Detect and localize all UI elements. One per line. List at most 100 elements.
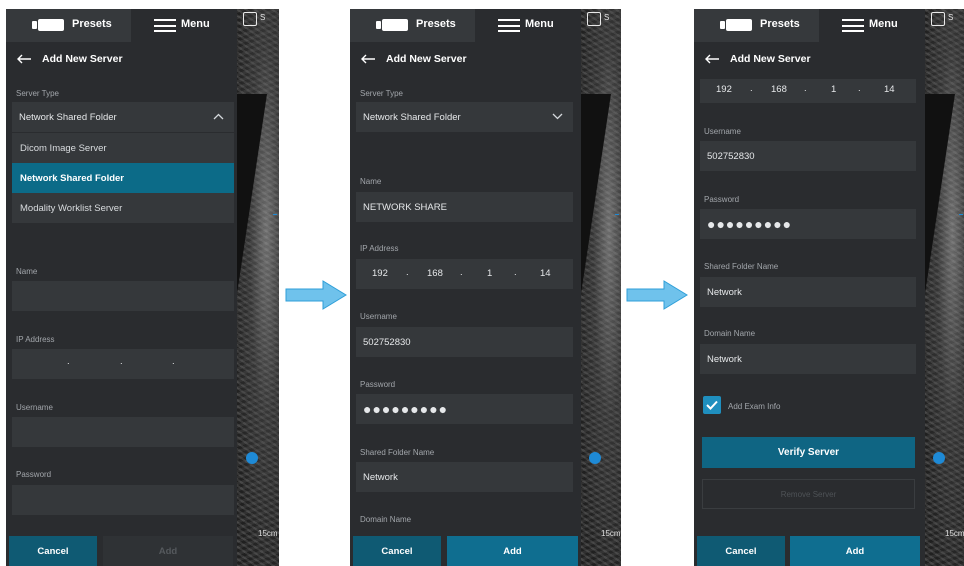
presets-icon [376, 19, 408, 31]
arrow-right-icon [626, 280, 688, 310]
presets-button[interactable]: Presets [6, 9, 131, 42]
username-input[interactable]: 502752830 [700, 141, 916, 171]
username-input[interactable]: 502752830 [356, 327, 573, 357]
cancel-button[interactable]: Cancel [697, 536, 785, 566]
scan-icon-label: S [604, 13, 610, 22]
page-header: Add New Server [350, 45, 581, 73]
cancel-button[interactable]: Cancel [353, 536, 441, 566]
ip-separator: . [406, 267, 409, 278]
presets-button[interactable]: Presets [350, 9, 475, 42]
username-value: 502752830 [363, 336, 411, 348]
focus-marker[interactable] [933, 452, 945, 464]
ip-octet-1[interactable]: 192 [716, 84, 732, 95]
arrow-right-icon [285, 280, 347, 310]
clipboard-icon[interactable] [243, 12, 257, 26]
username-label: Username [16, 403, 53, 412]
hamburger-icon [154, 19, 176, 32]
hamburger-icon [842, 19, 864, 32]
ip-separator: . [460, 267, 463, 278]
ip-octet-1[interactable]: 192 [372, 268, 388, 279]
focus-marker[interactable] [589, 452, 601, 464]
topbar: Presets Menu [6, 9, 237, 42]
ip-octet-3[interactable]: 1 [487, 268, 492, 279]
shared-folder-input[interactable]: Network [700, 277, 916, 307]
ultrasound-image-1: S 15cm [237, 9, 279, 566]
name-input[interactable] [12, 281, 234, 311]
scan-icon-label: S [260, 13, 266, 22]
server-type-options: Dicom Image Server Network Shared Folder… [12, 133, 234, 223]
menu-button[interactable]: Menu [475, 9, 580, 42]
page-title: Add New Server [42, 53, 123, 65]
shared-folder-input[interactable]: Network [356, 462, 573, 492]
server-type-value: Network Shared Folder [363, 111, 461, 123]
menu-label: Menu [181, 18, 210, 30]
password-label: Password [360, 380, 396, 389]
ip-octet-3[interactable]: 1 [831, 84, 836, 95]
password-label: Password [704, 195, 740, 204]
username-input[interactable] [12, 417, 234, 447]
option-modality-worklist-server[interactable]: Modality Worklist Server [12, 193, 234, 223]
password-value: ●●●●●●●●● [707, 216, 793, 232]
ip-octet-4[interactable]: 14 [884, 84, 895, 95]
domain-name-value: Network [707, 353, 742, 365]
menu-label: Menu [869, 18, 898, 30]
ip-address-input[interactable]: 192 . 168 . 1 . 14 [700, 79, 916, 103]
ip-octet-4[interactable]: 14 [540, 268, 551, 279]
shared-folder-label: Shared Folder Name [360, 448, 435, 457]
remove-server-button[interactable]: Remove Server [702, 479, 915, 509]
ip-address-input[interactable]: 192 . 168 . 1 . 14 [356, 259, 573, 289]
option-dicom-image-server[interactable]: Dicom Image Server [12, 133, 234, 163]
back-arrow-icon[interactable] [360, 54, 376, 64]
screen-3-panel: Presets Menu Add New Server 192 . 168 . … [694, 9, 925, 566]
hamburger-icon [498, 19, 520, 32]
server-type-select[interactable]: Network Shared Folder [356, 102, 573, 132]
ip-separator: . [120, 356, 123, 367]
chevron-down-icon [552, 113, 563, 120]
username-label: Username [360, 312, 397, 321]
domain-name-input[interactable]: Network [700, 344, 916, 374]
ip-octet-2[interactable]: 168 [771, 84, 787, 95]
add-exam-info-label: Add Exam Info [728, 402, 781, 411]
presets-button[interactable]: Presets [694, 9, 819, 42]
add-exam-info-checkbox[interactable] [703, 396, 721, 414]
presets-label: Presets [760, 18, 800, 30]
back-arrow-icon[interactable] [704, 54, 720, 64]
password-input[interactable]: ●●●●●●●●● [700, 209, 916, 239]
password-input[interactable] [12, 485, 234, 515]
name-input[interactable]: NETWORK SHARE [356, 192, 573, 222]
focus-marker[interactable] [246, 452, 258, 464]
add-button[interactable]: Add [447, 536, 578, 566]
scan-icon-label: S [948, 13, 954, 22]
add-button[interactable]: Add [103, 536, 233, 566]
ip-address-input[interactable]: . . . [12, 349, 234, 379]
cancel-button[interactable]: Cancel [9, 536, 97, 566]
clipboard-icon[interactable] [931, 12, 945, 26]
add-button[interactable]: Add [790, 536, 920, 566]
password-input[interactable]: ●●●●●●●●● [356, 394, 573, 424]
server-type-label: Server Type [360, 89, 403, 98]
shared-folder-value: Network [707, 286, 742, 298]
name-label: Name [16, 267, 38, 276]
server-type-select[interactable]: Network Shared Folder [12, 102, 234, 132]
ultrasound-image-2: S 15cm [581, 9, 621, 566]
option-network-shared-folder[interactable]: Network Shared Folder [12, 163, 234, 193]
username-value: 502752830 [707, 150, 755, 162]
depth-label: 15cm [601, 529, 621, 538]
back-arrow-icon[interactable] [16, 54, 32, 64]
checkmark-icon [706, 400, 718, 410]
verify-server-button[interactable]: Verify Server [702, 437, 915, 468]
ip-separator: . [67, 356, 70, 367]
name-label: Name [360, 177, 382, 186]
depth-label: 15cm [258, 529, 278, 538]
menu-button[interactable]: Menu [131, 9, 236, 42]
ultrasound-image-3: S 15cm [925, 9, 964, 566]
server-type-value: Network Shared Folder [19, 111, 117, 123]
domain-name-label: Domain Name [360, 515, 412, 524]
ip-octet-2[interactable]: 168 [427, 268, 443, 279]
server-type-label: Server Type [16, 89, 59, 98]
username-label: Username [704, 127, 741, 136]
ip-separator: . [750, 83, 753, 94]
menu-button[interactable]: Menu [819, 9, 924, 42]
clipboard-icon[interactable] [587, 12, 601, 26]
screen-2-panel: Presets Menu Add New Server Server Type … [350, 9, 581, 566]
